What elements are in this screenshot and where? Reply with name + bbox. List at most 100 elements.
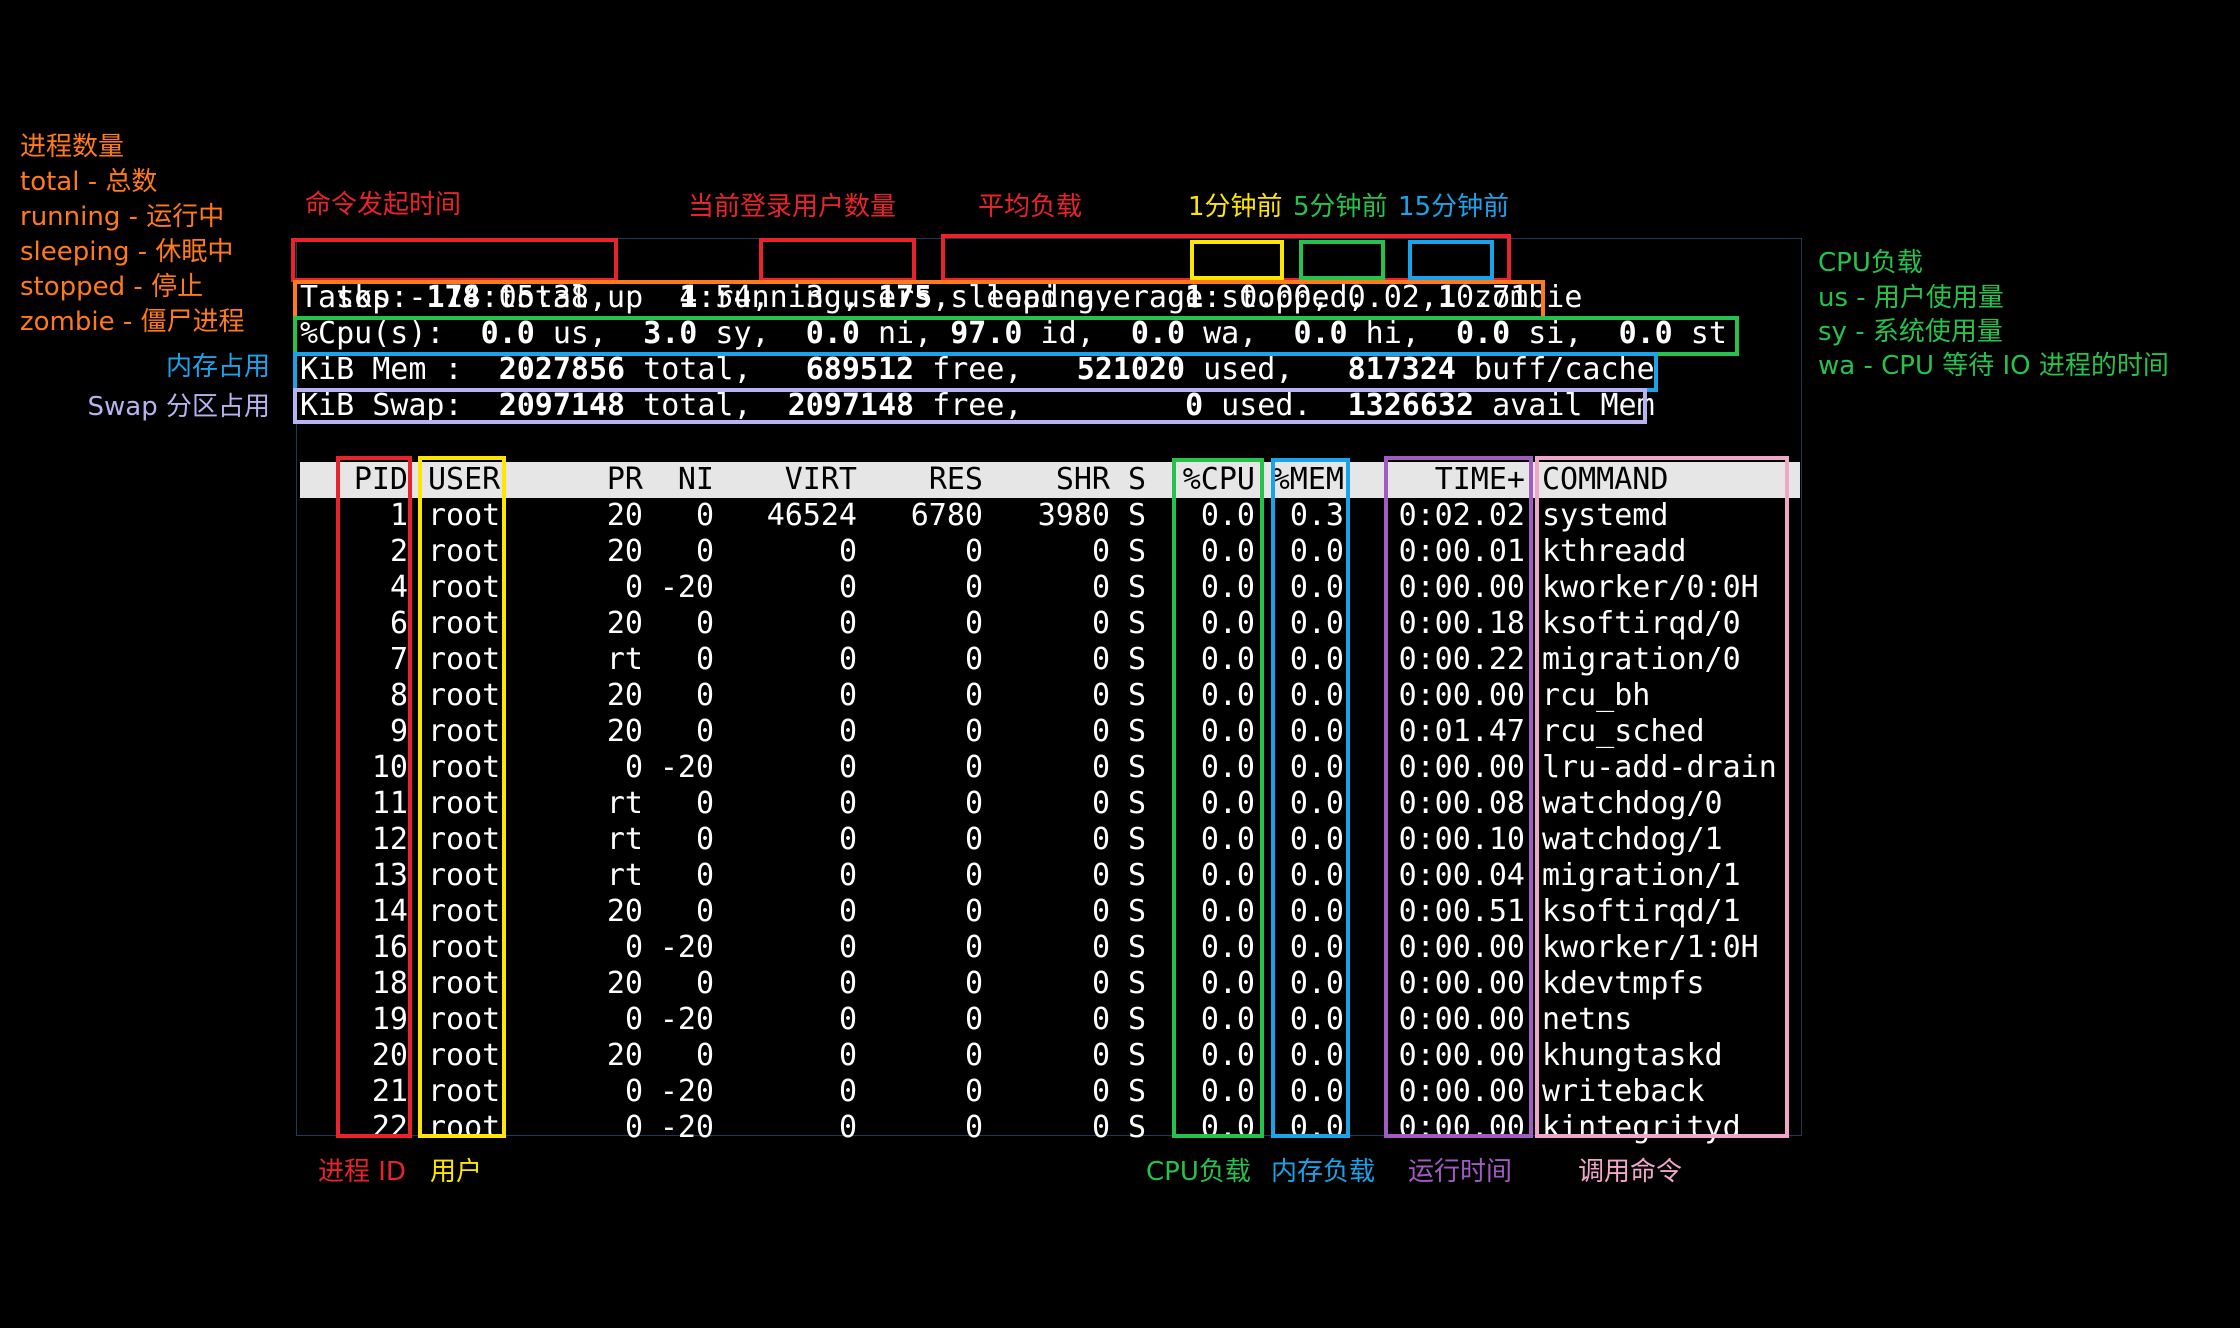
annotation-load-average: 平均负载 xyxy=(978,192,1083,222)
process-row-state: S xyxy=(1128,822,1147,857)
process-row-ni: 0 xyxy=(695,498,714,533)
process-row-virt: 0 xyxy=(838,1038,857,1073)
annotation-pid: 进程 ID xyxy=(318,1157,406,1187)
process-row-shr: 0 xyxy=(1091,750,1110,785)
column-header-ni: NI xyxy=(677,462,714,497)
process-row-ni: -20 xyxy=(659,570,714,605)
annotation-15min: 15分钟前 xyxy=(1398,192,1510,222)
process-row-pr: 20 xyxy=(606,498,643,533)
process-row-res: 0 xyxy=(964,1002,983,1037)
process-row-res: 0 xyxy=(964,786,983,821)
process-row-pr: 20 xyxy=(606,534,643,569)
process-row-res: 0 xyxy=(964,858,983,893)
process-row-pr: rt xyxy=(606,642,643,677)
process-row-virt: 0 xyxy=(838,930,857,965)
process-row-virt: 0 xyxy=(838,534,857,569)
process-row-ni: 0 xyxy=(695,966,714,1001)
process-row-ni: 0 xyxy=(695,894,714,929)
process-row-pr: 20 xyxy=(606,678,643,713)
annotation-command: 调用命令 xyxy=(1578,1157,1683,1187)
process-row-virt: 0 xyxy=(838,714,857,749)
column-header-pr: PR xyxy=(606,462,643,497)
process-row-state: S xyxy=(1128,714,1147,749)
process-row-state: S xyxy=(1128,1002,1147,1037)
process-row-shr: 0 xyxy=(1091,642,1110,677)
box-pid-column xyxy=(336,456,412,1138)
annotation-cpu-load-title: CPU负载 xyxy=(1818,248,1923,278)
process-row-ni: -20 xyxy=(659,1110,714,1145)
process-row-state: S xyxy=(1128,498,1147,533)
process-row-virt: 0 xyxy=(838,606,857,641)
process-row-shr: 0 xyxy=(1091,858,1110,893)
process-row-res: 0 xyxy=(964,606,983,641)
annotation-1min: 1分钟前 xyxy=(1188,192,1283,222)
process-row-pr: 20 xyxy=(606,894,643,929)
process-row-virt: 0 xyxy=(838,1074,857,1109)
process-row-ni: 0 xyxy=(695,786,714,821)
box-load-15min xyxy=(1408,240,1494,280)
process-row-state: S xyxy=(1128,1110,1147,1145)
process-row-virt: 46524 xyxy=(766,498,857,533)
column-header-shr: SHR xyxy=(1055,462,1110,497)
box-user-column xyxy=(418,456,506,1138)
process-row-pr: 0 xyxy=(624,750,643,785)
box-load-1min xyxy=(1190,240,1284,280)
process-row-virt: 0 xyxy=(838,642,857,677)
process-row-virt: 0 xyxy=(838,966,857,1001)
process-row-virt: 0 xyxy=(838,570,857,605)
process-row-ni: 0 xyxy=(695,678,714,713)
box-command-column xyxy=(1535,456,1789,1138)
process-row-pr: rt xyxy=(606,858,643,893)
process-row-state: S xyxy=(1128,750,1147,785)
annotation-cpu-sy: sy - 系统使用量 xyxy=(1818,317,2003,347)
process-row-pr: rt xyxy=(606,822,643,857)
process-row-shr: 0 xyxy=(1091,570,1110,605)
process-row-state: S xyxy=(1128,1038,1147,1073)
process-row-shr: 0 xyxy=(1091,606,1110,641)
process-row-res: 0 xyxy=(964,570,983,605)
process-row-shr: 0 xyxy=(1091,966,1110,1001)
annotation-run-time: 运行时间 xyxy=(1408,1157,1513,1187)
process-row-state: S xyxy=(1128,966,1147,1001)
annotation-process-running: running - 运行中 xyxy=(20,202,225,232)
process-row-virt: 0 xyxy=(838,1110,857,1145)
process-row-res: 6780 xyxy=(910,498,983,533)
process-row-state: S xyxy=(1128,894,1147,929)
box-cpu xyxy=(293,316,1739,356)
annotation-process-zombie: zombie - 僵尸进程 xyxy=(20,307,245,337)
process-row-shr: 0 xyxy=(1091,930,1110,965)
box-time-column xyxy=(1384,456,1533,1138)
annotation-cpu-usage: CPU负载 xyxy=(1146,1157,1251,1187)
process-row-virt: 0 xyxy=(838,750,857,785)
box-mem-column xyxy=(1271,458,1350,1138)
process-row-shr: 0 xyxy=(1091,1038,1110,1073)
box-swap xyxy=(293,388,1647,424)
process-row-virt: 0 xyxy=(838,1002,857,1037)
process-row-res: 0 xyxy=(964,714,983,749)
column-header-virt: VIRT xyxy=(784,462,857,497)
annotation-users-count: 当前登录用户数量 xyxy=(688,192,897,222)
box-mem xyxy=(293,352,1658,392)
box-load-5min xyxy=(1299,240,1385,280)
process-row-state: S xyxy=(1128,570,1147,605)
process-row-pr: 20 xyxy=(606,1038,643,1073)
process-row-shr: 0 xyxy=(1091,714,1110,749)
process-row-res: 0 xyxy=(964,966,983,1001)
box-command-time xyxy=(291,238,618,282)
process-row-state: S xyxy=(1128,786,1147,821)
annotation-cpu-wa: wa - CPU 等待 IO 进程的时间 xyxy=(1818,351,2169,381)
process-row-ni: -20 xyxy=(659,750,714,785)
process-row-res: 0 xyxy=(964,930,983,965)
process-row-virt: 0 xyxy=(838,858,857,893)
process-row-shr: 0 xyxy=(1091,894,1110,929)
process-row-ni: 0 xyxy=(695,714,714,749)
process-row-ni: 0 xyxy=(695,606,714,641)
annotation-process-count-title: 进程数量 xyxy=(20,132,125,162)
process-row-shr: 0 xyxy=(1091,786,1110,821)
process-row-pr: 20 xyxy=(606,966,643,1001)
process-row-res: 0 xyxy=(964,822,983,857)
process-row-ni: -20 xyxy=(659,1074,714,1109)
process-row-res: 0 xyxy=(964,750,983,785)
annotation-command-time: 命令发起时间 xyxy=(305,190,462,220)
process-row-shr: 0 xyxy=(1091,1002,1110,1037)
